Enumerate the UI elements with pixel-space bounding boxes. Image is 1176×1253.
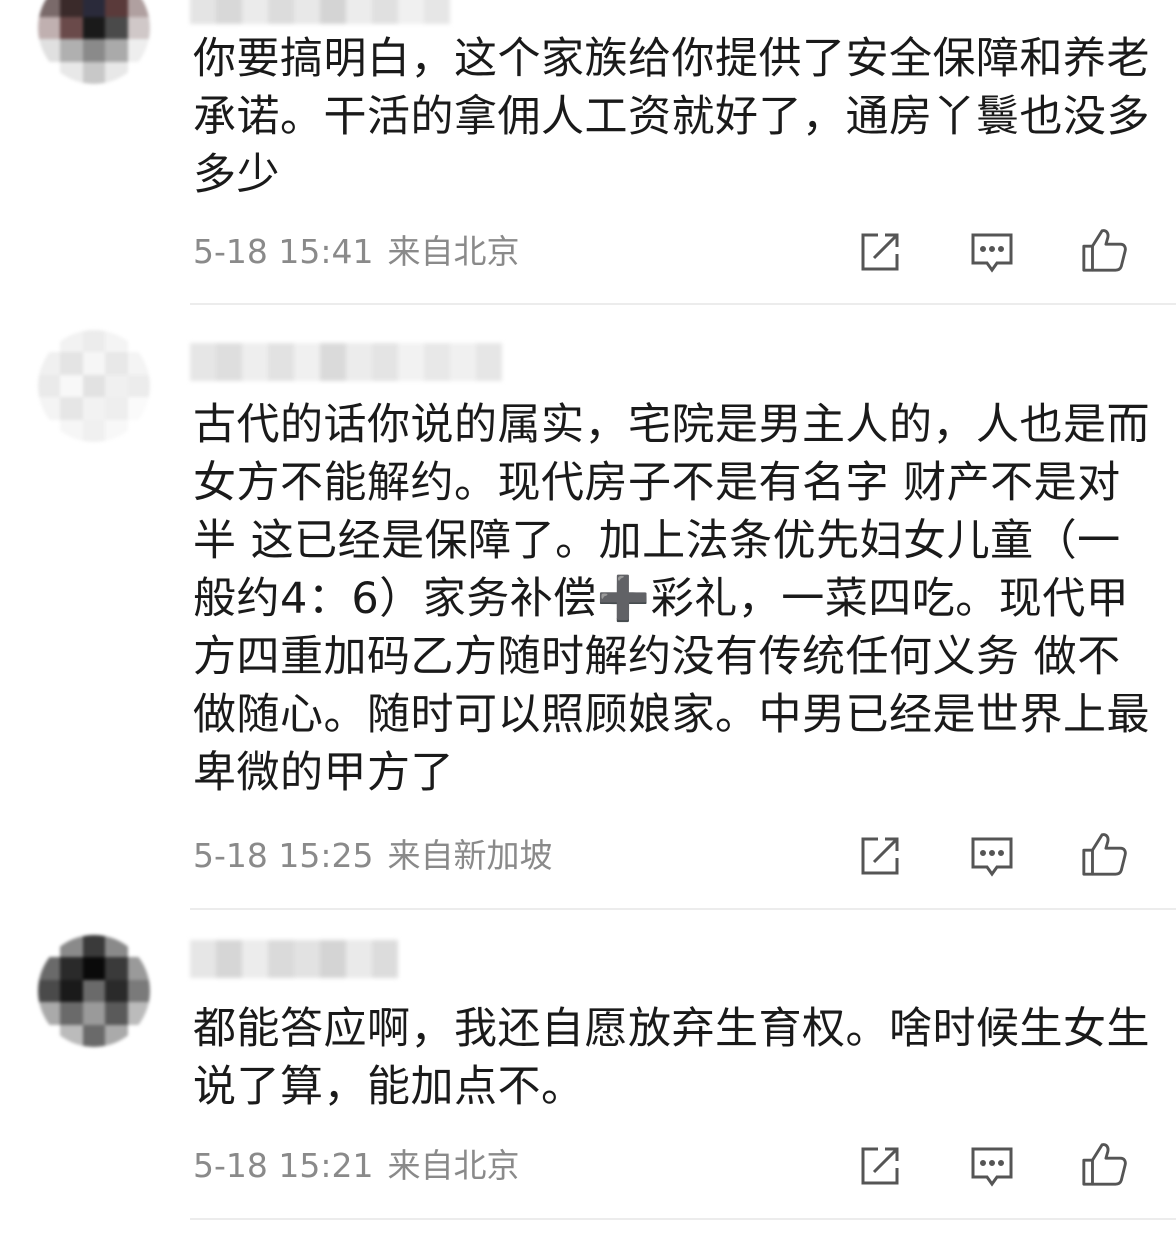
share-icon [861, 233, 899, 271]
comment-location: 来自新加坡 [387, 836, 553, 875]
share-button[interactable] [856, 228, 904, 276]
comment-time: 5-18 15:25 [193, 836, 374, 875]
share-icon [861, 1147, 899, 1185]
comment-icon [971, 233, 1013, 273]
avatar[interactable] [38, 935, 150, 1047]
reply-button[interactable] [968, 832, 1016, 880]
comment-feed: 你要搞明白，这个家族给你提供了安全保障和养老承诺。干活的拿佣人工资就好了，通房丫… [0, 0, 1176, 1253]
username-blurred[interactable] [190, 940, 398, 978]
comment-meta: 5-18 15:25 来自新加坡 [193, 836, 553, 876]
avatar[interactable] [38, 0, 150, 84]
username-blurred[interactable] [190, 0, 450, 24]
comment-item: 古代的话你说的属实，宅院是男主人的，人也是而女方不能解约。现代房子不是有名字 财… [0, 305, 1176, 910]
comment-text: 你要搞明白，这个家族给你提供了安全保障和养老承诺。干活的拿佣人工资就好了，通房丫… [193, 34, 1150, 200]
username-blurred[interactable] [190, 343, 502, 381]
like-button[interactable] [1080, 1140, 1128, 1188]
avatar[interactable] [38, 330, 150, 442]
thumbs-up-icon [1082, 833, 1127, 876]
comment-item: 你要搞明白，这个家族给你提供了安全保障和养老承诺。干活的拿佣人工资就好了，通房丫… [0, 0, 1176, 305]
comment-icon [971, 837, 1013, 877]
share-button[interactable] [856, 832, 904, 880]
like-button[interactable] [1080, 830, 1128, 878]
comment-time: 5-18 15:21 [193, 1146, 374, 1185]
reply-button[interactable] [968, 228, 1016, 276]
thumbs-up-icon [1082, 1143, 1127, 1186]
comment-text: 都能答应啊，我还自愿放弃生育权。啥时候生女生说了算，能加点不。 [193, 1004, 1150, 1112]
share-button[interactable] [856, 1142, 904, 1190]
comment-text: 古代的话你说的属实，宅院是男主人的，人也是而女方不能解约。现代房子不是有名字 财… [193, 400, 1150, 798]
comment-location: 来自北京 [387, 1146, 520, 1185]
share-icon [861, 837, 899, 875]
comment-item: 都能答应啊，我还自愿放弃生育权。啥时候生女生说了算，能加点不。 5-18 15:… [0, 910, 1176, 1220]
comment-location: 来自北京 [387, 232, 520, 271]
thumbs-up-icon [1082, 229, 1127, 272]
comment-meta: 5-18 15:21 来自北京 [193, 1146, 520, 1186]
comment-meta: 5-18 15:41 来自北京 [193, 232, 520, 272]
reply-button[interactable] [968, 1142, 1016, 1190]
divider [190, 1218, 1176, 1220]
comment-icon [971, 1147, 1013, 1187]
comment-time: 5-18 15:41 [193, 232, 374, 271]
like-button[interactable] [1080, 226, 1128, 274]
